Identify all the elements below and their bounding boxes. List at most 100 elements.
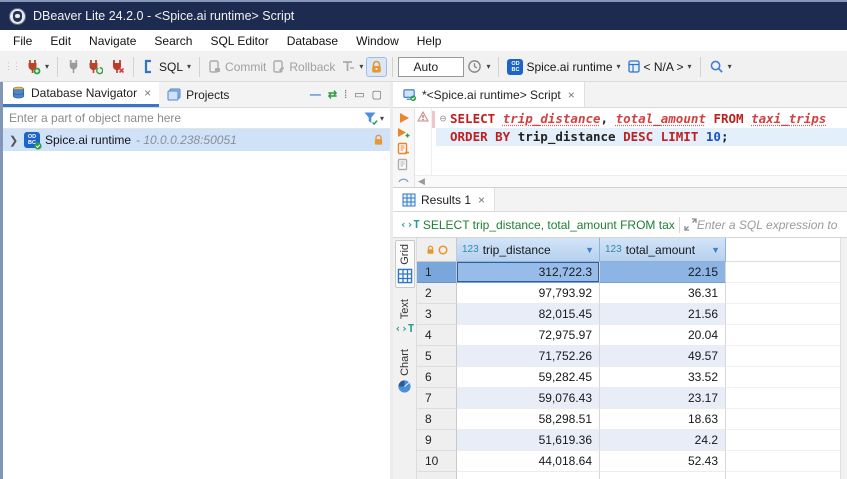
- cell-trip-distance[interactable]: 71,752.26: [457, 346, 600, 367]
- script-options-icon[interactable]: [397, 158, 410, 171]
- close-icon[interactable]: ×: [566, 88, 575, 102]
- scroll-left-icon[interactable]: ◀: [415, 176, 425, 187]
- schema-selector[interactable]: < N/A > ▾: [624, 57, 695, 76]
- row-number-cell[interactable]: 4: [417, 325, 457, 346]
- cell-trip-distance[interactable]: 59,282.45: [457, 367, 600, 388]
- cell-total-amount[interactable]: 21.56: [600, 304, 726, 325]
- cell-trip-distance[interactable]: 82,015.45: [457, 304, 600, 325]
- link-editor-icon[interactable]: ⇄: [328, 88, 337, 101]
- cell-trip-distance[interactable]: 97,793.92: [457, 283, 600, 304]
- object-filter-input[interactable]: [9, 111, 363, 125]
- tab-results-1[interactable]: Results 1 ×: [393, 188, 495, 211]
- execute-script-icon[interactable]: [397, 142, 410, 155]
- expand-chevron-icon[interactable]: ❯: [9, 134, 19, 147]
- row-number-cell[interactable]: 8: [417, 409, 457, 430]
- menu-file[interactable]: File: [4, 32, 41, 50]
- row-number-cell[interactable]: 9: [417, 430, 457, 451]
- cell-total-amount[interactable]: 18.63: [600, 409, 726, 430]
- minimize-view-icon[interactable]: ▭: [354, 88, 364, 101]
- cell-trip-distance[interactable]: 51,619.36: [457, 430, 600, 451]
- sql-editor[interactable]: ⊖SELECT trip_distance, total_amount FROM…: [393, 108, 847, 188]
- commit-button[interactable]: Commit: [205, 57, 269, 76]
- collapse-all-icon[interactable]: —: [310, 89, 321, 101]
- execute-statement-icon[interactable]: [398, 112, 410, 124]
- disconnect-button[interactable]: [106, 57, 128, 77]
- column-header-trip-distance[interactable]: 123 trip_distance ▼: [457, 238, 600, 262]
- column-filter-icon[interactable]: ▼: [711, 245, 720, 255]
- cell-total-amount[interactable]: 20.04: [600, 325, 726, 346]
- menu-navigate[interactable]: Navigate: [80, 32, 145, 50]
- column-header-total-amount[interactable]: 123 total_amount ▼: [600, 238, 726, 262]
- new-connection-button[interactable]: ▾: [22, 57, 52, 77]
- tree-item-connection[interactable]: ❯ ODBC Spice.ai runtime - 10.0.0.238:500…: [3, 129, 390, 151]
- cell-total-amount[interactable]: 36.31: [600, 283, 726, 304]
- transaction-log-button[interactable]: ▾: [338, 57, 366, 76]
- row-number-cell[interactable]: 6: [417, 367, 457, 388]
- row-number-cell[interactable]: 10: [417, 451, 457, 472]
- menu-search[interactable]: Search: [145, 32, 201, 50]
- clock-icon: [467, 59, 482, 74]
- new-sql-editor-button[interactable]: SQL ▾: [139, 57, 194, 76]
- cell-total-amount[interactable]: 52.43: [600, 451, 726, 472]
- cell-total-amount[interactable]: 33.52: [600, 367, 726, 388]
- tab-database-navigator[interactable]: Database Navigator ×: [3, 82, 159, 107]
- rollback-button[interactable]: Rollback: [269, 57, 338, 76]
- close-icon[interactable]: ×: [476, 193, 485, 207]
- connection-selector[interactable]: ODBC Spice.ai runtime ▾: [504, 57, 623, 77]
- cell-trip-distance[interactable]: 72,975.97: [457, 325, 600, 346]
- cell-total-amount[interactable]: 49.57: [600, 346, 726, 367]
- grid-corner[interactable]: [417, 238, 457, 262]
- row-number-cell[interactable]: 5: [417, 346, 457, 367]
- execute-new-tab-icon[interactable]: [397, 127, 411, 139]
- explain-plan-icon[interactable]: [397, 174, 410, 182]
- editor-hscrollbar[interactable]: ◀: [415, 175, 847, 187]
- cell-total-amount[interactable]: [600, 472, 726, 479]
- connect-button[interactable]: [63, 57, 84, 76]
- row-number-cell[interactable]: 1: [417, 262, 457, 283]
- cell-trip-distance[interactable]: 44,018.64: [457, 451, 600, 472]
- filter-funnel-icon[interactable]: [363, 111, 379, 125]
- cell-trip-distance[interactable]: 58,298.51: [457, 409, 600, 430]
- view-menu-icon[interactable]: ⁞: [344, 89, 347, 101]
- table-row: 8 58,298.51 18.63: [417, 409, 847, 430]
- column-filter-icon[interactable]: ▼: [585, 245, 594, 255]
- cell-trip-distance[interactable]: 312,722.3: [457, 262, 600, 283]
- close-icon[interactable]: ×: [142, 86, 151, 100]
- row-number-cell[interactable]: 2: [417, 283, 457, 304]
- pie-chart-icon: [397, 379, 412, 394]
- cell-total-amount[interactable]: 23.17: [600, 388, 726, 409]
- cell-trip-distance[interactable]: 59,076.43: [457, 388, 600, 409]
- tab-sql-script[interactable]: *<Spice.ai runtime> Script ×: [393, 82, 585, 107]
- menu-window[interactable]: Window: [347, 32, 408, 50]
- chevron-down-icon[interactable]: ▾: [379, 114, 384, 123]
- tab-projects[interactable]: Projects: [159, 82, 237, 107]
- odbc-icon: ODBC: [507, 59, 523, 75]
- tx-history-button[interactable]: ▾: [464, 57, 493, 76]
- sql-expression-input[interactable]: Enter a SQL expression to: [697, 218, 843, 232]
- menu-sql-editor[interactable]: SQL Editor: [201, 32, 277, 50]
- cell-total-amount[interactable]: 22.15: [600, 262, 726, 283]
- search-button[interactable]: ▾: [706, 57, 735, 76]
- connection-address: - 10.0.0.238:50051: [136, 133, 237, 147]
- cell-trip-distance[interactable]: [457, 472, 600, 479]
- menu-edit[interactable]: Edit: [41, 32, 80, 50]
- tx-mode-select[interactable]: Auto: [398, 57, 464, 77]
- tab-grid[interactable]: Grid: [395, 240, 415, 288]
- fold-marker-icon[interactable]: ⊖: [436, 110, 450, 128]
- tab-text[interactable]: Text ‹›T: [391, 296, 419, 338]
- expand-filter-icon[interactable]: [684, 218, 697, 231]
- maximize-view-icon[interactable]: ▢: [372, 88, 382, 101]
- grid-vscrollbar[interactable]: [840, 238, 847, 479]
- auto-commit-toggle[interactable]: [366, 57, 387, 77]
- tab-chart[interactable]: Chart: [396, 346, 413, 397]
- row-number-cell[interactable]: 7: [417, 388, 457, 409]
- cell-total-amount[interactable]: 24.2: [600, 430, 726, 451]
- row-number-cell[interactable]: 3: [417, 304, 457, 325]
- reconnect-button[interactable]: [84, 57, 106, 77]
- main-area: Database Navigator × Projects — ⇄ ⁞ ▭ ▢: [0, 82, 847, 479]
- navigator-tab-bar: Database Navigator × Projects — ⇄ ⁞ ▭ ▢: [3, 82, 390, 108]
- warning-icon[interactable]: [417, 111, 429, 122]
- menu-help[interactable]: Help: [408, 32, 451, 50]
- row-number-cell[interactable]: [417, 472, 457, 479]
- menu-database[interactable]: Database: [278, 32, 347, 50]
